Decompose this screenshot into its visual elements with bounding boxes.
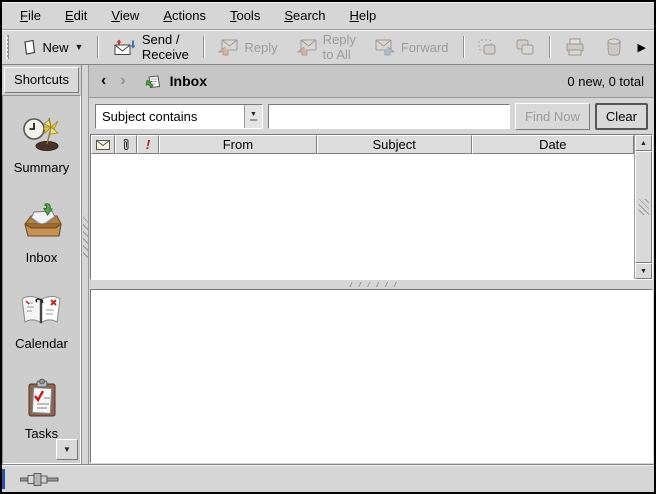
message-list-header: ! From Subject Date <box>91 135 634 154</box>
delete-button[interactable] <box>598 33 630 61</box>
clear-button[interactable]: Clear <box>595 103 648 130</box>
main-toolbar: New ▼ Send / Receive <box>2 30 654 65</box>
search-criteria-value: Subject contains <box>96 109 244 124</box>
folder-message-counts: 0 new, 0 total <box>567 74 644 89</box>
trash-icon <box>604 37 624 57</box>
scroll-up-button[interactable]: ▲ <box>635 135 652 151</box>
sidebar-scroll-down-button[interactable]: ▼ <box>56 439 78 460</box>
back-arrow-button[interactable]: ‹ <box>97 73 110 89</box>
folder-title: Inbox <box>170 73 207 89</box>
online-status-indicator <box>2 469 5 489</box>
reply-to-all-label: Reply to All <box>323 32 356 62</box>
sidebar-item-summary[interactable]: Summary <box>14 114 70 175</box>
chevron-down-icon: ▼ <box>74 42 83 52</box>
print-button[interactable] <box>558 33 592 61</box>
tasks-icon <box>22 378 62 420</box>
move-to-folder-button[interactable] <box>471 34 503 60</box>
column-attachment[interactable] <box>115 135 137 154</box>
sidebar-item-label: Calendar <box>15 336 68 351</box>
dropdown-arrow-icon: ▼ <box>244 105 262 128</box>
menu-tools[interactable]: Tools <box>220 4 270 27</box>
scrollbar-grip <box>639 199 649 215</box>
scrollbar-thumb[interactable] <box>635 151 652 263</box>
summary-icon <box>20 114 64 154</box>
reply-all-icon <box>296 38 318 56</box>
send-receive-label: Send / Receive <box>142 32 189 62</box>
reply-icon <box>217 38 239 56</box>
send-receive-button[interactable]: Send / Receive <box>106 28 195 66</box>
content-area: ‹ › Inbox 0 new, 0 total Subject contain… <box>89 65 654 464</box>
column-date[interactable]: Date <box>472 135 634 154</box>
new-message-icon <box>21 39 37 56</box>
reply-to-all-button[interactable]: Reply to All <box>290 28 362 66</box>
copy-to-folder-button[interactable] <box>509 34 541 60</box>
new-button-label: New <box>42 40 68 55</box>
new-button[interactable]: New ▼ <box>15 35 89 60</box>
forward-button[interactable]: Forward <box>368 34 455 60</box>
search-bar: Subject contains ▼ Find Now Clear <box>89 98 654 134</box>
important-icon: ! <box>146 137 150 152</box>
column-message-status[interactable] <box>91 135 115 154</box>
send-receive-icon <box>112 38 137 56</box>
paperclip-icon <box>122 138 130 151</box>
inbox-folder-icon <box>144 73 162 90</box>
menu-help[interactable]: Help <box>340 4 387 27</box>
sidebar-item-calendar[interactable]: Calendar <box>15 292 68 351</box>
toolbar-drag-handle[interactable] <box>6 35 9 59</box>
search-input[interactable] <box>268 104 510 129</box>
forward-icon <box>374 38 396 56</box>
sidebar-splitter[interactable] <box>82 65 89 464</box>
sidebar-item-inbox[interactable]: Inbox <box>19 202 65 265</box>
preview-pane[interactable] <box>90 289 653 463</box>
find-now-button[interactable]: Find Now <box>515 103 590 130</box>
menu-view[interactable]: View <box>101 4 149 27</box>
forward-arrow-button[interactable]: › <box>116 73 129 89</box>
menu-bar: File Edit View Actions Tools Search Help <box>2 2 654 30</box>
splitter-grip <box>83 215 88 259</box>
main-area: Shortcuts <box>2 65 654 464</box>
menu-search[interactable]: Search <box>274 4 335 27</box>
shortcuts-sidebar: Shortcuts <box>2 65 82 464</box>
copy-to-folder-icon <box>515 38 535 56</box>
shortcut-list: Summary Inbox <box>2 95 81 464</box>
column-subject[interactable]: Subject <box>317 135 472 154</box>
online-connector-icon[interactable] <box>20 472 60 486</box>
reply-button[interactable]: Reply <box>211 34 283 60</box>
shortcuts-group-button[interactable]: Shortcuts <box>4 67 79 93</box>
sidebar-item-label: Tasks <box>25 426 58 441</box>
envelope-icon <box>96 140 110 150</box>
column-from[interactable]: From <box>159 135 317 154</box>
column-importance[interactable]: ! <box>137 135 159 154</box>
preview-splitter[interactable] <box>89 280 654 289</box>
forward-label: Forward <box>401 40 449 55</box>
message-list: ! From Subject Date ▲ ▼ <box>90 134 653 280</box>
search-criteria-dropdown[interactable]: Subject contains ▼ <box>95 104 263 129</box>
scroll-down-button[interactable]: ▼ <box>635 263 652 279</box>
toolbar-overflow-arrow[interactable]: ▶ <box>636 39 648 56</box>
sidebar-item-tasks[interactable]: Tasks <box>22 378 62 441</box>
sidebar-item-label: Inbox <box>26 250 58 265</box>
folder-header-bar: ‹ › Inbox 0 new, 0 total <box>89 65 654 98</box>
message-list-body[interactable] <box>91 154 634 279</box>
menu-actions[interactable]: Actions <box>153 4 216 27</box>
splitter-grip <box>344 282 400 287</box>
menu-file[interactable]: File <box>10 4 51 27</box>
sidebar-item-label: Summary <box>14 160 70 175</box>
message-list-scrollbar: ▲ ▼ <box>634 135 652 279</box>
calendar-icon <box>18 292 64 330</box>
menu-edit[interactable]: Edit <box>55 4 97 27</box>
reply-label: Reply <box>244 40 277 55</box>
printer-icon <box>564 37 586 57</box>
move-to-folder-icon <box>477 38 497 56</box>
inbox-icon <box>19 202 65 244</box>
evolution-window: File Edit View Actions Tools Search Help… <box>0 0 656 494</box>
status-bar <box>2 464 654 492</box>
